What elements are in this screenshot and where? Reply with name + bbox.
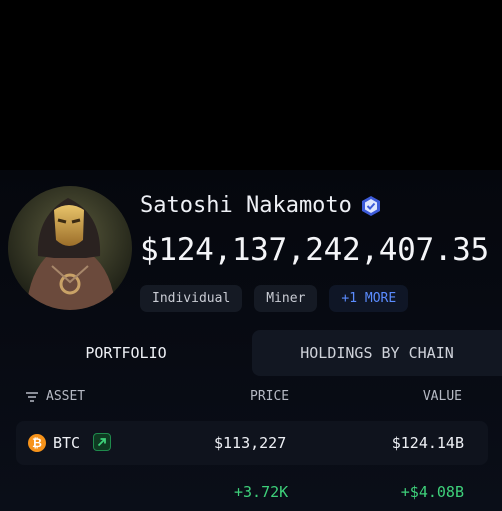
table-row[interactable]: ₿ BTC $113,227 $124.14B — [16, 421, 488, 465]
avatar-image — [8, 186, 132, 310]
price-change: +3.72K — [234, 483, 289, 501]
arrow-up-right-icon[interactable] — [93, 433, 111, 451]
value-change: +$4.08B — [400, 483, 464, 501]
profile-name: Satoshi Nakamoto — [140, 193, 352, 218]
column-header-asset[interactable]: ASSET — [26, 389, 85, 404]
tab-portfolio[interactable]: PORTFOLIO — [0, 330, 252, 376]
tab-holdings-by-chain[interactable]: HOLDINGS BY CHAIN — [252, 330, 502, 376]
avatar[interactable] — [8, 186, 132, 310]
column-header-value[interactable]: VALUE — [423, 389, 462, 404]
more-tags-button[interactable]: +1 MORE — [329, 285, 409, 312]
column-header-asset-label: ASSET — [46, 389, 86, 404]
profile-name-row: Satoshi Nakamoto — [140, 193, 382, 218]
tab-bar: PORTFOLIO HOLDINGS BY CHAIN — [0, 330, 502, 376]
filter-lines-icon — [26, 391, 38, 402]
asset-symbol: BTC — [53, 434, 81, 452]
asset-value: $124.14B — [391, 434, 464, 452]
arrow-up-right-glyph — [97, 438, 106, 447]
column-header-price[interactable]: PRICE — [250, 389, 289, 404]
asset-price: $113,227 — [214, 434, 287, 452]
tag-miner[interactable]: Miner — [254, 285, 318, 312]
total-balance: $124,137,242,407.35 — [140, 232, 489, 268]
bitcoin-icon: ₿ — [28, 434, 46, 452]
verified-badge-icon — [361, 195, 380, 216]
tag-individual[interactable]: Individual — [140, 285, 243, 312]
profile-tags: Individual Miner +1 MORE — [140, 285, 409, 312]
